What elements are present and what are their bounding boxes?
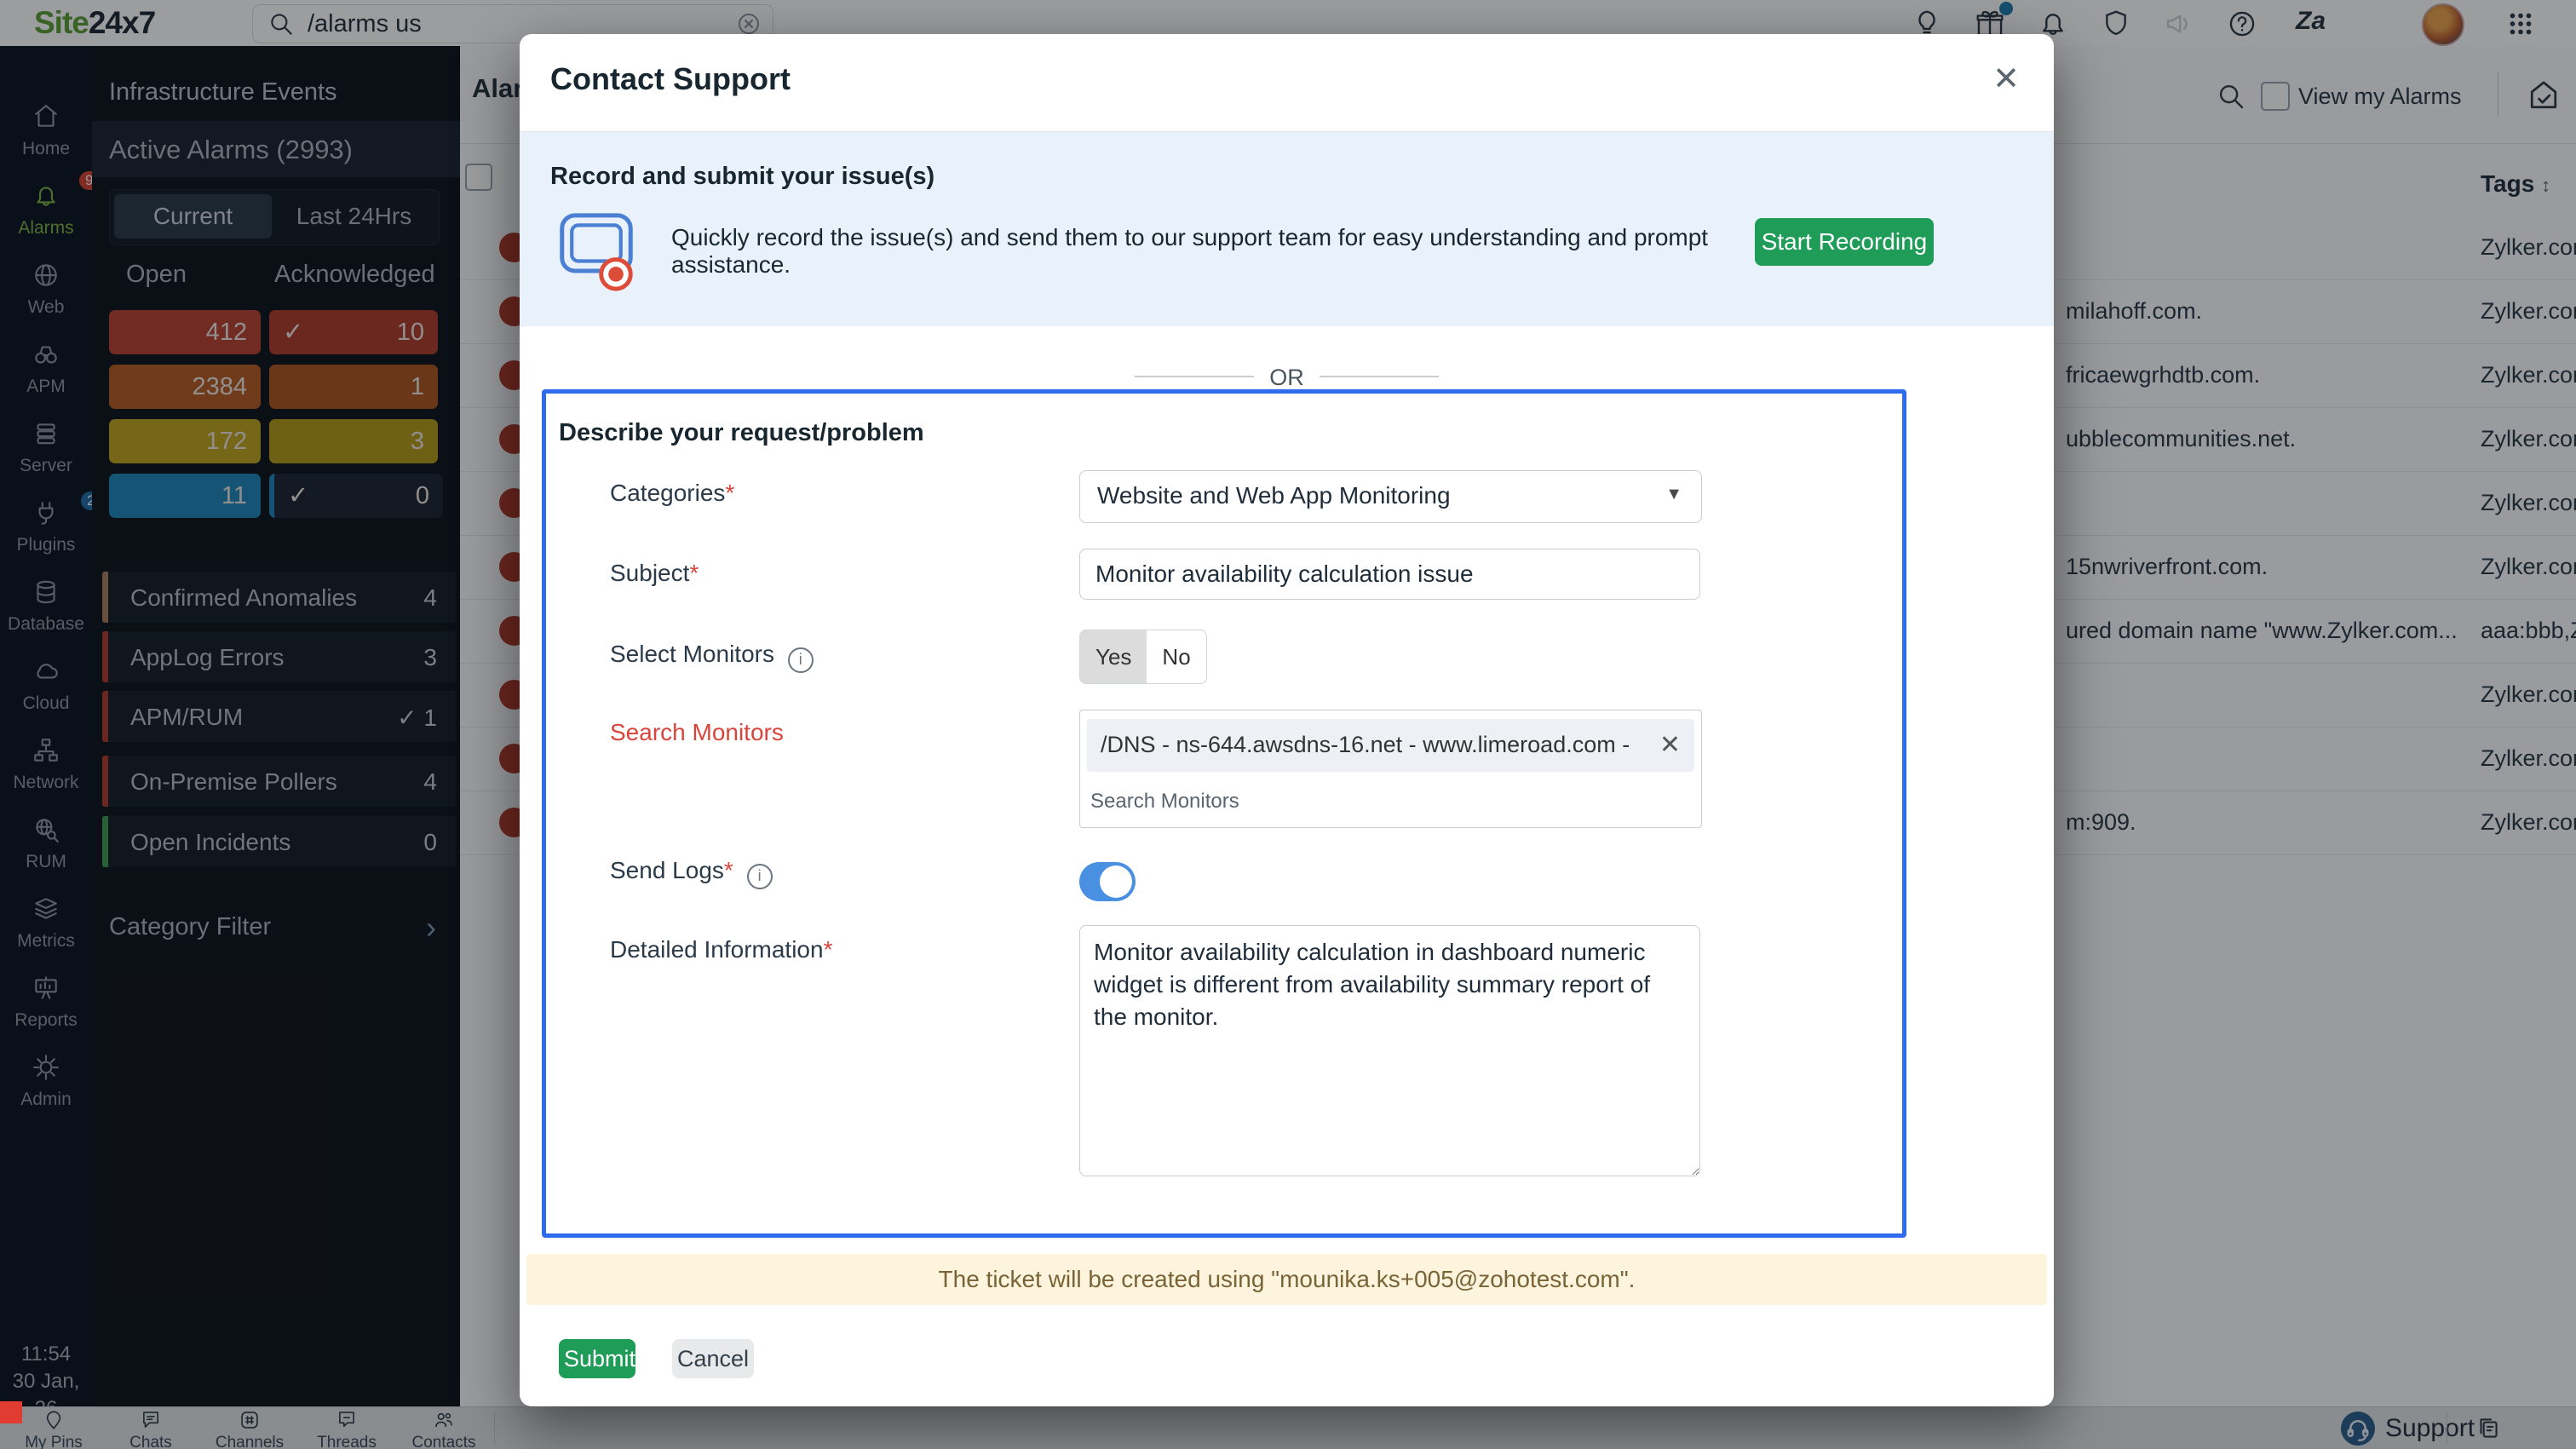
screen-record-icon <box>557 207 635 296</box>
cancel-button[interactable]: Cancel <box>672 1339 754 1378</box>
record-description: Quickly record the issue(s) and send the… <box>671 224 1736 279</box>
yes-option[interactable]: Yes <box>1080 630 1147 683</box>
subject-label: Subject* <box>610 560 699 587</box>
categories-select[interactable]: Website and Web App Monitoring ▼ <box>1079 470 1702 523</box>
monitor-chip[interactable]: /DNS - ns-644.awsdns-16.net - www.limero… <box>1087 719 1694 772</box>
info-icon: i <box>788 647 814 673</box>
select-monitors-toggle: Yes No <box>1079 630 1207 684</box>
recording-indicator <box>0 1401 22 1423</box>
chevron-down-icon: ▼ <box>1665 485 1682 504</box>
close-icon[interactable]: ✕ <box>1992 60 2020 98</box>
no-option[interactable]: No <box>1147 630 1205 683</box>
remove-chip-icon[interactable]: ✕ <box>1659 730 1681 760</box>
or-label: OR <box>1269 365 1304 390</box>
contact-support-modal: Contact Support ✕ Record and submit your… <box>520 34 2054 1406</box>
info-icon: i <box>747 864 773 889</box>
modal-title: Contact Support <box>550 61 791 97</box>
detailed-information-textarea[interactable]: Monitor availability calculation in dash… <box>1079 925 1700 1176</box>
detailed-information-label: Detailed Information* <box>610 936 832 963</box>
send-logs-label: Send Logs* i <box>610 857 773 889</box>
ticket-note: The ticket will be created using "mounik… <box>526 1254 2047 1305</box>
search-monitors-input[interactable]: Search Monitors <box>1090 790 1239 814</box>
start-recording-button[interactable]: Start Recording <box>1755 218 1934 266</box>
subject-input[interactable] <box>1079 549 1700 600</box>
categories-label: Categories* <box>610 480 734 507</box>
form-heading: Describe your request/problem <box>559 419 924 447</box>
submit-button[interactable]: Submit <box>559 1339 635 1378</box>
record-heading: Record and submit your issue(s) <box>550 163 934 191</box>
select-monitors-label: Select Monitors i <box>610 641 814 673</box>
search-monitors-label: Search Monitors <box>610 719 784 746</box>
record-section: Record and submit your issue(s) Quickly … <box>520 131 2054 326</box>
app-root: Site24x7 /alarms us Za Home 99+ Alarms <box>0 0 2576 1449</box>
send-logs-toggle[interactable] <box>1079 862 1136 901</box>
search-monitors-box[interactable]: /DNS - ns-644.awsdns-16.net - www.limero… <box>1079 710 1702 828</box>
